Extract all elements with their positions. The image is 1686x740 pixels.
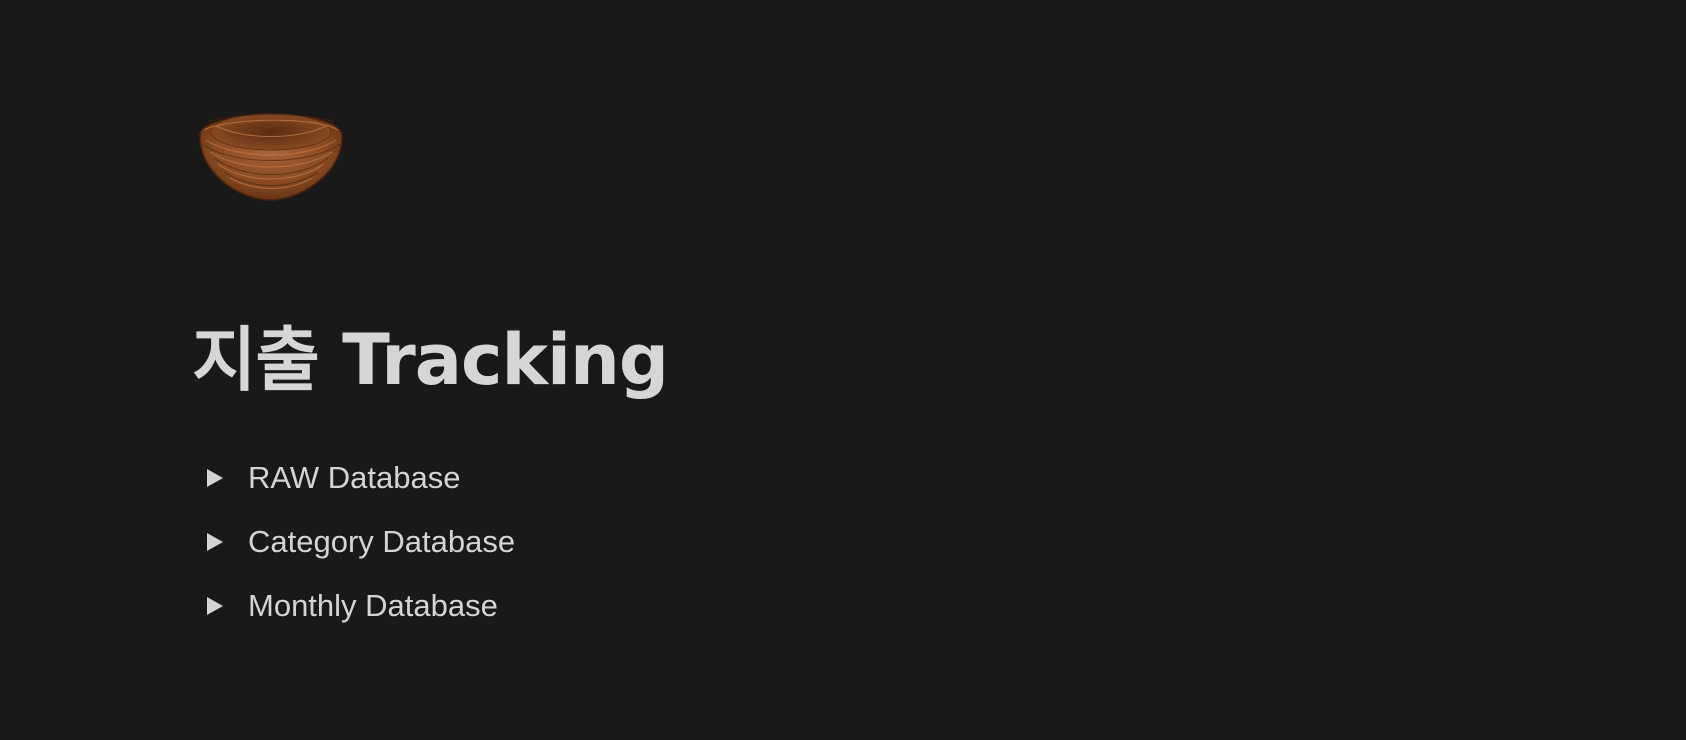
- nest-icon[interactable]: [196, 100, 346, 210]
- triangle-right-icon[interactable]: [200, 527, 248, 557]
- nest-icon-graphic: [199, 113, 343, 201]
- triangle-right-icon[interactable]: [200, 463, 248, 493]
- toggle-category-database[interactable]: Category Database: [200, 510, 515, 574]
- toggle-label: Monthly Database: [248, 588, 498, 623]
- toggle-list: RAW Database Category Database Monthly D…: [200, 446, 515, 638]
- toggle-raw-database[interactable]: RAW Database: [200, 446, 515, 510]
- toggle-monthly-database[interactable]: Monthly Database: [200, 574, 515, 638]
- notion-page: 지출 Tracking RAW Database Category Databa…: [0, 0, 1686, 740]
- page-title[interactable]: 지출 Tracking: [192, 318, 669, 402]
- toggle-label: RAW Database: [248, 460, 461, 495]
- toggle-label: Category Database: [248, 524, 516, 559]
- triangle-right-icon[interactable]: [200, 591, 248, 621]
